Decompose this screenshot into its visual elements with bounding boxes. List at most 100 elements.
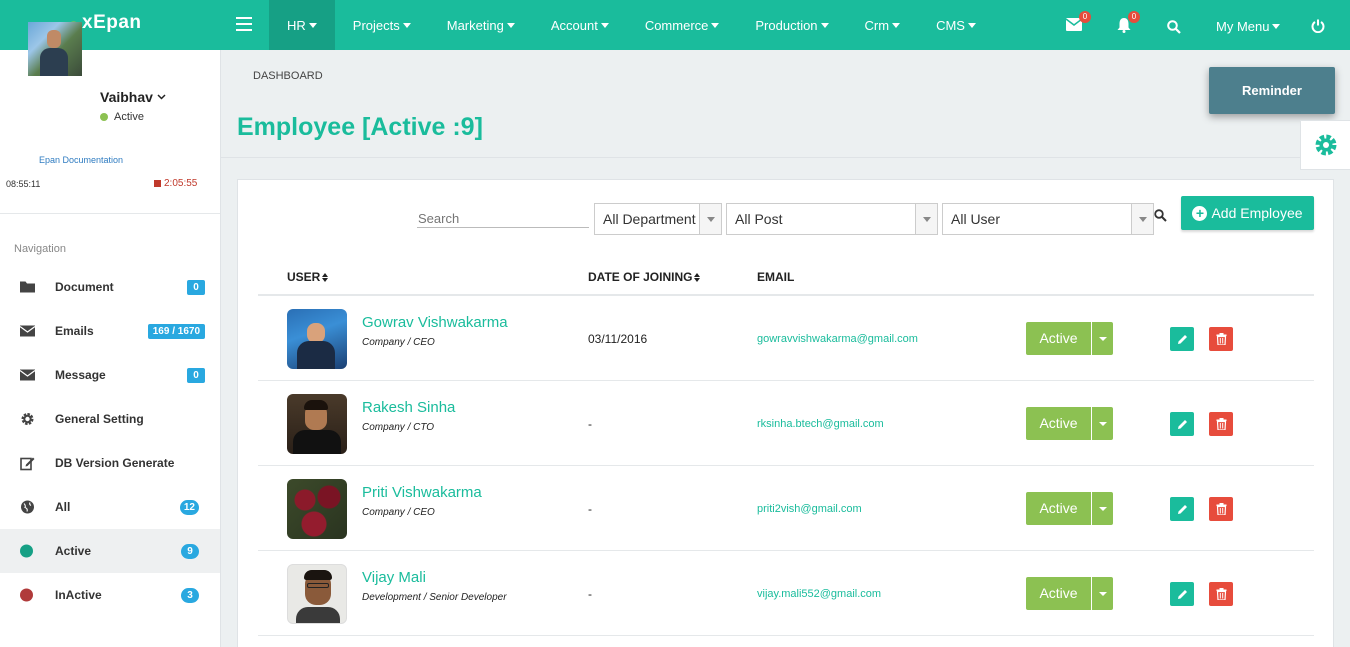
count-badge: 9 [181,543,199,559]
sidebar-item-label: Document [55,280,114,294]
menu-crm[interactable]: Crm [847,0,919,50]
status-dropdown-toggle[interactable] [1092,407,1113,440]
edit-button[interactable] [1170,497,1194,521]
sidebar-item-general-setting[interactable]: General Setting [0,397,220,441]
mail-icon[interactable]: 0 [1065,11,1091,36]
employee-email-link[interactable]: vijay.mali552@gmail.com [757,588,881,600]
delete-button[interactable] [1209,582,1233,606]
menu-hr[interactable]: HR [269,0,335,50]
select-arrow-icon [699,204,721,234]
hamburger-menu-icon[interactable] [236,17,252,33]
column-header-user[interactable]: USER [287,270,329,284]
status-button-group: Active [1026,322,1113,355]
status-button[interactable]: Active [1026,577,1091,610]
edit-button[interactable] [1170,327,1194,351]
sort-icon [322,272,329,282]
status-dropdown-toggle[interactable] [1092,492,1113,525]
sidebar-item-label: All [55,500,71,514]
my-menu-label: My Menu [1216,19,1270,34]
reminder-button[interactable]: Reminder [1209,67,1335,114]
employee-name-link[interactable]: Gowrav Vishwakarma [362,314,508,331]
menu-account[interactable]: Account [533,0,627,50]
department-select[interactable]: All Department [594,203,722,235]
add-employee-button[interactable]: + Add Employee [1181,196,1314,230]
notification-count-badge: 0 [1128,11,1140,23]
delete-button[interactable] [1209,327,1233,351]
column-header-label: EMAIL [757,270,795,284]
caret-down-icon [711,22,720,28]
pencil-icon [1177,589,1187,599]
select-arrow-icon [915,204,937,234]
user-avatar[interactable] [28,22,82,76]
column-header-label: DATE OF JOINING [588,270,693,284]
edit-button[interactable] [1170,412,1194,436]
sidebar-item-message[interactable]: Message 0 [0,353,220,397]
sidebar-item-emails[interactable]: Emails 169 / 1670 [0,309,220,353]
status-dropdown-toggle[interactable] [1092,322,1113,355]
column-header-date-of-joining[interactable]: DATE OF JOINING [588,270,701,284]
menu-projects[interactable]: Projects [335,0,429,50]
employee-email-link[interactable]: priti2vish@gmail.com [757,503,862,515]
caret-down-icon [820,22,829,28]
caret-down-icon [1272,24,1281,29]
employee-email-link[interactable]: rksinha.btech@gmail.com [757,418,884,430]
employee-post: Company / CEO [362,337,435,348]
employee-photo[interactable] [287,309,347,369]
menu-marketing[interactable]: Marketing [429,0,533,50]
user-name-dropdown[interactable]: Vaibhav [100,89,166,105]
sidebar-item-document[interactable]: Document 0 [0,265,220,309]
clock-time: 08:55:11 [6,179,41,189]
table-row: Rakesh Sinha Company / CTO - rksinha.bte… [258,381,1314,466]
employee-photo[interactable] [287,564,347,624]
table-row: Gowrav Vishwakarma Company / CEO 03/11/2… [258,296,1314,381]
navigation-heading: Navigation [14,243,66,255]
status-button-group: Active [1026,577,1113,610]
search-input[interactable] [417,209,589,228]
globe-icon [21,500,34,514]
epan-documentation-link[interactable]: Epan Documentation [39,155,123,165]
edit-button[interactable] [1170,582,1194,606]
user-status-label: Active [114,111,144,123]
menu-cms[interactable]: CMS [918,0,994,50]
envelope-icon [20,369,35,381]
sidebar-item-active[interactable]: Active 9 [0,529,220,573]
date-of-joining: - [588,417,592,431]
status-button[interactable]: Active [1026,322,1091,355]
sidebar-item-all[interactable]: All 12 [0,485,220,529]
my-menu-dropdown[interactable]: My Menu [1216,19,1281,34]
status-button[interactable]: Active [1026,407,1091,440]
employee-email-link[interactable]: gowravvishwakarma@gmail.com [757,333,918,345]
menu-label: Account [550,17,598,33]
employee-name-link[interactable]: Priti Vishwakarma [362,484,482,501]
bell-icon[interactable]: 0 [1117,11,1140,38]
menu-commerce[interactable]: Commerce [627,0,738,50]
employee-photo[interactable] [287,394,347,454]
post-select[interactable]: All Post [726,203,938,235]
stop-icon [154,180,161,187]
count-badge: 0 [187,367,205,383]
table-row: Priti Vishwakarma Company / CEO - priti2… [258,466,1314,551]
user-select[interactable]: All User [942,203,1154,235]
search-icon[interactable] [1167,20,1181,39]
main-menu: HR Projects Marketing Account Commerce P… [269,0,994,50]
menu-production[interactable]: Production [737,0,846,50]
settings-toggle[interactable] [1300,120,1350,170]
power-icon[interactable] [1311,19,1325,38]
status-button[interactable]: Active [1026,492,1091,525]
employee-name-link[interactable]: Rakesh Sinha [362,399,455,416]
delete-button[interactable] [1209,497,1233,521]
menu-label: Production [755,17,818,33]
delete-button[interactable] [1209,412,1233,436]
sidebar-item-inactive[interactable]: InActive 3 [0,573,220,617]
breadcrumb[interactable]: DASHBOARD [253,70,323,82]
pencil-icon [1177,504,1187,514]
menu-label: HR [287,17,306,33]
app-name: xEpan [82,12,142,33]
employee-photo[interactable] [287,479,347,539]
filter-search-icon[interactable] [1154,209,1167,227]
status-button-group: Active [1026,492,1113,525]
sidebar-item-db-version-generate[interactable]: DB Version Generate [0,441,220,485]
status-dropdown-toggle[interactable] [1092,577,1113,610]
caret-down-icon [506,22,515,28]
employee-name-link[interactable]: Vijay Mali [362,569,426,586]
